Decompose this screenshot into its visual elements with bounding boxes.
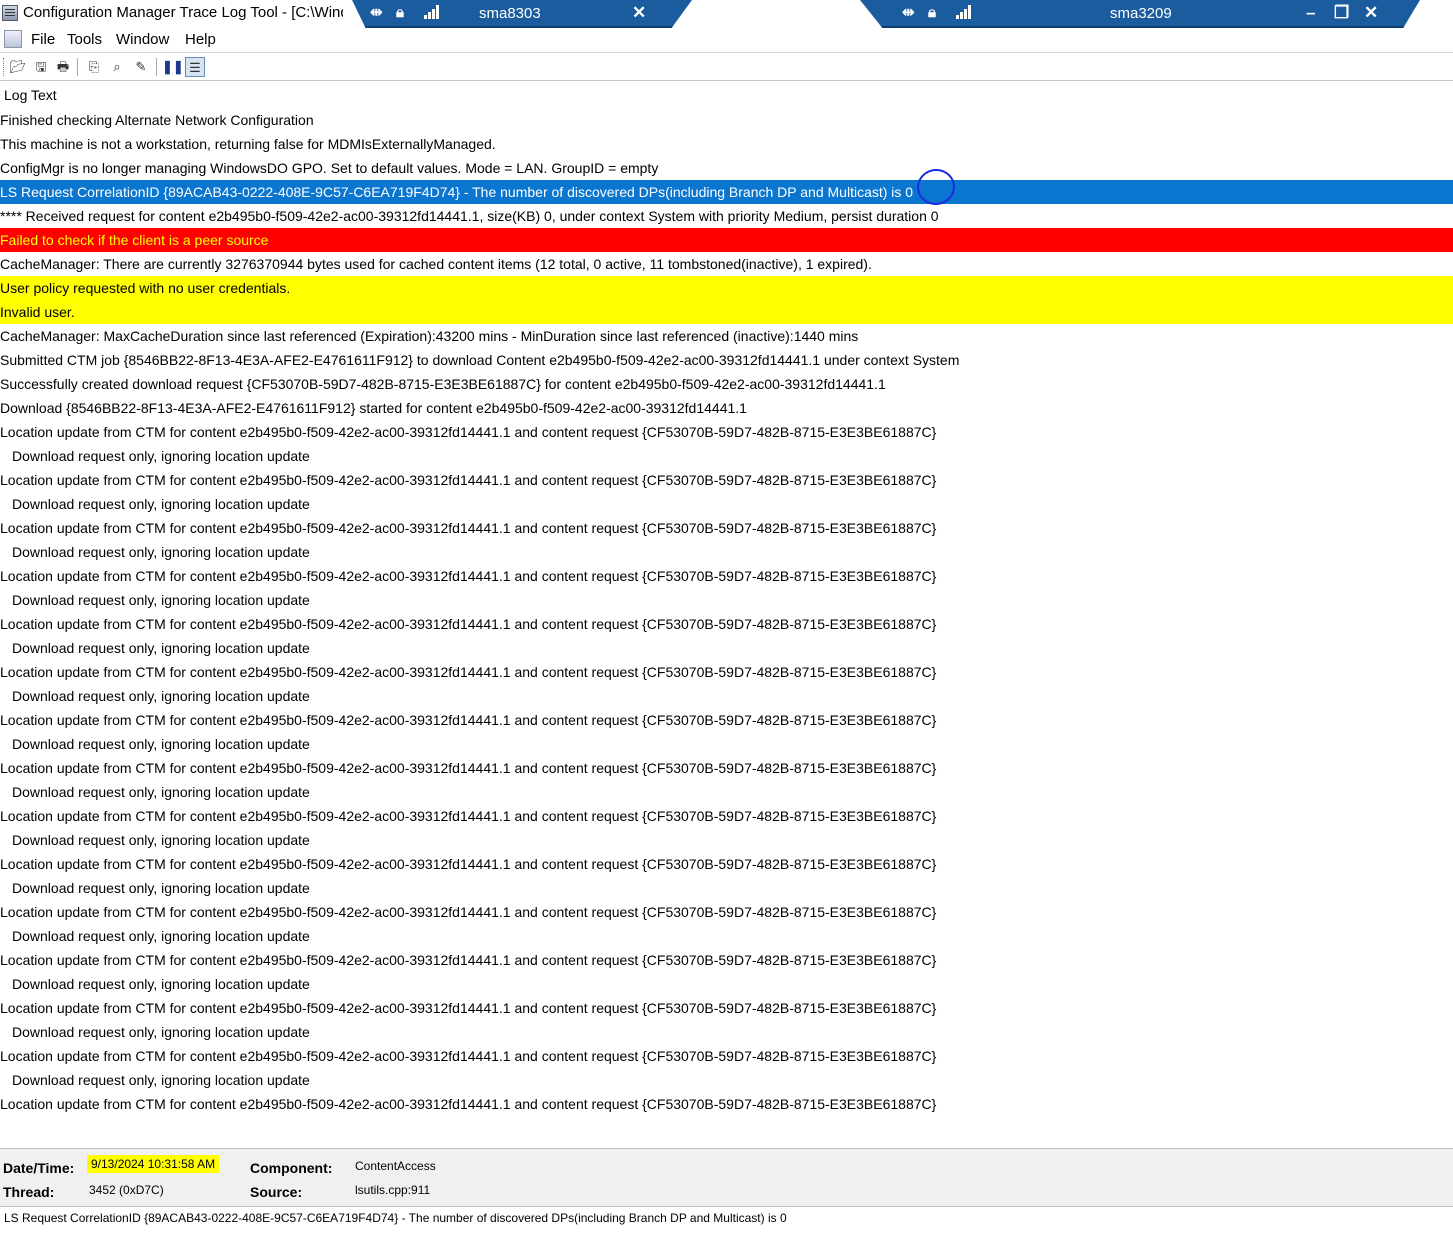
- log-row[interactable]: Download request only, ignoring location…: [0, 588, 1453, 612]
- menu-file[interactable]: File: [31, 31, 55, 48]
- restore-icon[interactable]: ❐: [1334, 3, 1349, 23]
- pin-icon[interactable]: ⇹: [902, 4, 915, 22]
- log-row[interactable]: Download request only, ignoring location…: [0, 492, 1453, 516]
- log-list[interactable]: Finished checking Alternate Network Conf…: [0, 108, 1453, 1148]
- find-icon[interactable]: ⌕: [107, 57, 127, 77]
- close-icon[interactable]: ✕: [632, 3, 646, 23]
- print-icon[interactable]: 🖶: [53, 57, 73, 77]
- log-row[interactable]: This machine is not a workstation, retur…: [0, 132, 1453, 156]
- log-row[interactable]: CacheManager: There are currently 327637…: [0, 252, 1453, 276]
- log-row[interactable]: Submitted CTM job {8546BB22-8F13-4E3A-AF…: [0, 348, 1453, 372]
- menu-window[interactable]: Window: [116, 31, 169, 48]
- toolbar-separator: [77, 58, 78, 76]
- open-icon[interactable]: 📂︎: [8, 57, 28, 77]
- lock-icon: 🔒︎: [928, 4, 936, 21]
- log-row[interactable]: Location update from CTM for content e2b…: [0, 852, 1453, 876]
- rdp-host-name: sma3209: [1110, 5, 1172, 22]
- log-row[interactable]: Location update from CTM for content e2b…: [0, 804, 1453, 828]
- app-icon: [2, 5, 18, 21]
- log-row[interactable]: Successfully created download request {C…: [0, 372, 1453, 396]
- toolbar: 📂︎ 🖫 🖶 ⎘ ⌕ ✎ ❚❚ ☰: [0, 54, 1453, 81]
- log-row[interactable]: Location update from CTM for content e2b…: [0, 468, 1453, 492]
- log-row[interactable]: Location update from CTM for content e2b…: [0, 420, 1453, 444]
- log-row[interactable]: Location update from CTM for content e2b…: [0, 996, 1453, 1020]
- menu-bar: File Tools Window Help: [0, 28, 1453, 53]
- log-row[interactable]: Location update from CTM for content e2b…: [0, 1044, 1453, 1068]
- rdp-host-name: sma8303: [479, 5, 541, 22]
- log-row[interactable]: Download request only, ignoring location…: [0, 636, 1453, 660]
- log-row[interactable]: LS Request CorrelationID {89ACAB43-0222-…: [0, 180, 1453, 204]
- log-row[interactable]: CacheManager: MaxCacheDuration since las…: [0, 324, 1453, 348]
- menu-help[interactable]: Help: [185, 31, 216, 48]
- log-row[interactable]: Location update from CTM for content e2b…: [0, 516, 1453, 540]
- log-row[interactable]: Download request only, ignoring location…: [0, 684, 1453, 708]
- log-row[interactable]: Download request only, ignoring location…: [0, 540, 1453, 564]
- toolbar-grip[interactable]: [3, 58, 6, 76]
- log-row[interactable]: Location update from CTM for content e2b…: [0, 948, 1453, 972]
- log-row[interactable]: Download {8546BB22-8F13-4E3A-AFE2-E47616…: [0, 396, 1453, 420]
- source-label: Source:: [250, 1184, 303, 1200]
- thread-label: Thread:: [3, 1184, 55, 1200]
- close-icon[interactable]: ✕: [1364, 3, 1378, 23]
- details-pane: Date/Time: 9/13/2024 10:31:58 AM Compone…: [0, 1148, 1453, 1207]
- menu-tools[interactable]: Tools: [67, 31, 102, 48]
- log-row[interactable]: Download request only, ignoring location…: [0, 972, 1453, 996]
- log-row[interactable]: Download request only, ignoring location…: [0, 876, 1453, 900]
- log-row[interactable]: Download request only, ignoring location…: [0, 1020, 1453, 1044]
- signal-icon: [424, 5, 440, 19]
- highlight-icon[interactable]: ✎: [131, 57, 151, 77]
- log-row[interactable]: Failed to check if the client is a peer …: [0, 228, 1453, 252]
- component-value: ContentAccess: [355, 1159, 436, 1173]
- log-row[interactable]: Location update from CTM for content e2b…: [0, 564, 1453, 588]
- lock-icon: 🔒︎: [396, 4, 404, 21]
- message-text-pane[interactable]: LS Request CorrelationID {89ACAB43-0222-…: [0, 1206, 1453, 1236]
- toolbar-separator: [156, 58, 157, 76]
- log-row[interactable]: Location update from CTM for content e2b…: [0, 1092, 1453, 1116]
- log-row[interactable]: Invalid user.: [0, 300, 1453, 324]
- log-row[interactable]: ConfigMgr is no longer managing WindowsD…: [0, 156, 1453, 180]
- document-icon[interactable]: [4, 30, 22, 48]
- window-title: Configuration Manager Trace Log Tool - […: [23, 4, 343, 21]
- details-icon[interactable]: ☰: [185, 57, 205, 77]
- thread-value: 3452 (0xD7C): [89, 1183, 164, 1197]
- log-row[interactable]: Download request only, ignoring location…: [0, 828, 1453, 852]
- datetime-highlight: 9/13/2024 10:31:58 AM: [87, 1155, 220, 1173]
- log-row[interactable]: Finished checking Alternate Network Conf…: [0, 108, 1453, 132]
- log-row[interactable]: Location update from CTM for content e2b…: [0, 612, 1453, 636]
- datetime-value: 9/13/2024 10:31:58 AM: [87, 1155, 220, 1173]
- rdp-connection-bar-2: ⇹ 🔒︎ sma3209 – ❐ ✕: [860, 0, 1420, 28]
- log-row[interactable]: Location update from CTM for content e2b…: [0, 660, 1453, 684]
- log-row[interactable]: Location update from CTM for content e2b…: [0, 900, 1453, 924]
- pause-icon[interactable]: ❚❚: [162, 57, 184, 77]
- log-row[interactable]: Download request only, ignoring location…: [0, 924, 1453, 948]
- log-row[interactable]: Location update from CTM for content e2b…: [0, 756, 1453, 780]
- copy-icon[interactable]: ⎘: [84, 57, 104, 77]
- source-value: lsutils.cpp:911: [355, 1183, 431, 1197]
- log-row[interactable]: Download request only, ignoring location…: [0, 444, 1453, 468]
- pin-icon[interactable]: ⇹: [370, 4, 383, 22]
- log-row[interactable]: Location update from CTM for content e2b…: [0, 708, 1453, 732]
- signal-icon: [956, 5, 972, 19]
- log-row[interactable]: Download request only, ignoring location…: [0, 732, 1453, 756]
- log-row[interactable]: Download request only, ignoring location…: [0, 780, 1453, 804]
- save-icon[interactable]: 🖫: [31, 57, 51, 77]
- log-row[interactable]: User policy requested with no user crede…: [0, 276, 1453, 300]
- datetime-label: Date/Time:: [3, 1160, 75, 1176]
- minimize-icon[interactable]: –: [1306, 3, 1315, 23]
- log-text-column-header[interactable]: Log Text: [4, 87, 57, 103]
- rdp-connection-bar-1: ⇹ 🔒︎ sma8303 ✕: [352, 0, 692, 28]
- log-row[interactable]: **** Received request for content e2b495…: [0, 204, 1453, 228]
- component-label: Component:: [250, 1160, 333, 1176]
- log-row[interactable]: Download request only, ignoring location…: [0, 1068, 1453, 1092]
